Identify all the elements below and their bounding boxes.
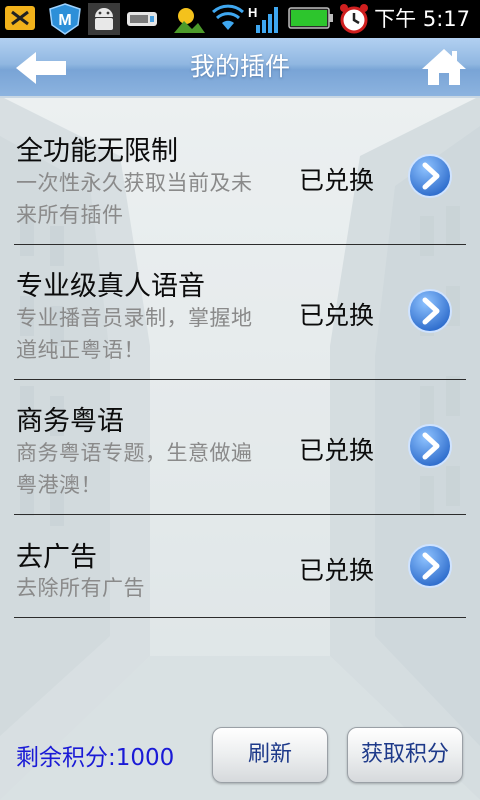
plugin-desc: 商务粤语专题，生意做遍粤港澳！ <box>16 441 253 497</box>
battery-icon <box>288 7 333 29</box>
back-arrow-icon[interactable] <box>14 50 70 86</box>
plugin-row[interactable]: 全功能无限制 一次性永久获取当前及未来所有插件 已兑换 <box>0 97 480 245</box>
close-box-icon <box>5 6 35 30</box>
plugin-status: 已兑换 <box>299 556 375 585</box>
plugin-row[interactable]: 商务粤语 商务粤语专题，生意做遍粤港澳！ 已兑换 <box>0 380 480 515</box>
plugin-desc: 专业播音员录制，掌握地道纯正粤语！ <box>16 306 253 362</box>
status-bar: M H 下午 5:17 <box>0 0 480 38</box>
plugin-name: 去广告 <box>16 542 97 573</box>
refresh-button[interactable]: 刷新 <box>212 727 328 783</box>
plugin-status: 已兑换 <box>299 301 375 330</box>
android-icon <box>88 3 120 35</box>
plugin-status: 已兑换 <box>299 436 375 465</box>
plugin-name: 全功能无限制 <box>16 136 178 167</box>
plugin-name: 商务粤语 <box>16 406 124 437</box>
chevron-right-icon[interactable] <box>407 543 453 589</box>
plugin-row[interactable]: 专业级真人语音 专业播音员录制，掌握地道纯正粤语！ 已兑换 <box>0 245 480 380</box>
wifi-icon <box>212 4 244 30</box>
remaining-points: 剩余积分:1000 <box>16 745 175 771</box>
alarm-icon <box>340 4 368 34</box>
clock: 下午 5:17 <box>374 7 470 31</box>
signal-h-icon: H <box>248 5 278 33</box>
title-bar: 我的插件 <box>0 38 480 98</box>
home-icon[interactable] <box>420 47 468 87</box>
plugin-desc: 去除所有广告 <box>16 576 145 600</box>
chevron-right-icon[interactable] <box>407 423 453 469</box>
plugin-list: 全功能无限制 一次性永久获取当前及未来所有插件 已兑换 专业级真人语音 专业播音… <box>0 97 480 618</box>
plugin-row[interactable]: 去广告 去除所有广告 已兑换 <box>0 515 480 618</box>
usb-icon <box>127 12 157 26</box>
shield-m-icon: M <box>49 3 81 35</box>
svg-text:M: M <box>58 12 71 29</box>
chevron-right-icon[interactable] <box>407 153 453 199</box>
weather-icon <box>174 8 205 33</box>
row-divider <box>14 617 466 618</box>
plugin-status: 已兑换 <box>299 166 375 195</box>
plugin-name: 专业级真人语音 <box>16 271 205 302</box>
plugin-desc: 一次性永久获取当前及未来所有插件 <box>16 171 253 227</box>
svg-text:H: H <box>248 5 257 20</box>
get-points-button[interactable]: 获取积分 <box>347 727 463 783</box>
page-title: 我的插件 <box>189 52 290 81</box>
chevron-right-icon[interactable] <box>407 288 453 334</box>
